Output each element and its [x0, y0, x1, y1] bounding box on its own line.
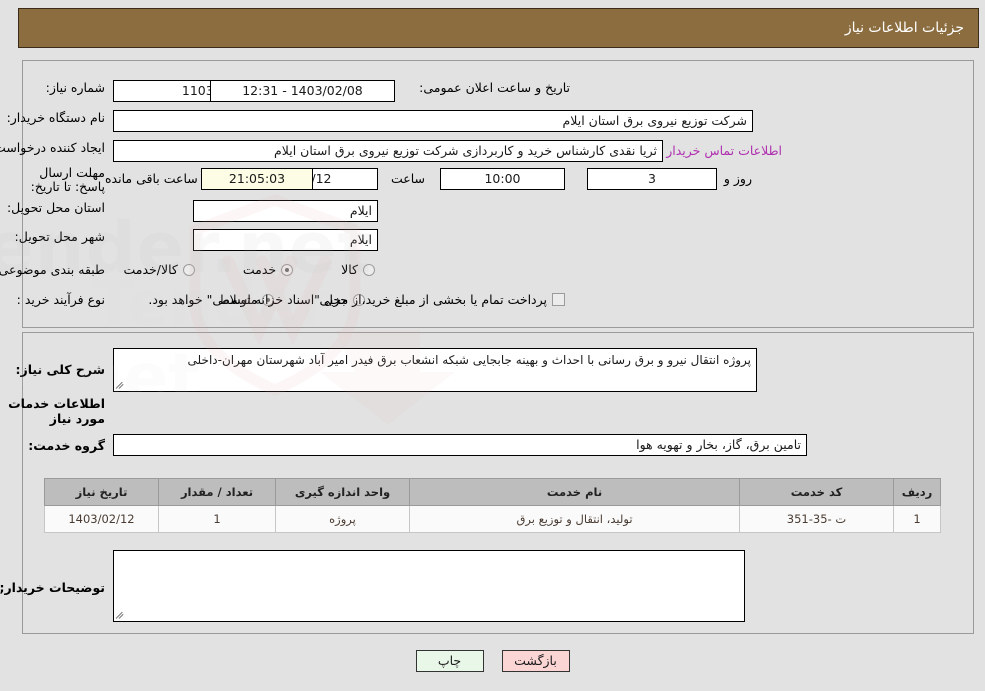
deadline-label: مهلت ارسال پاسخ: تا تاریخ:	[30, 165, 105, 194]
column-header-index: ردیف	[893, 478, 941, 506]
cell-date: 1403/02/12	[44, 505, 159, 533]
cell-unit: پروژه	[275, 505, 410, 533]
column-header-unit: واحد اندازه گیری	[275, 478, 410, 506]
print-button[interactable]: چاپ	[415, 650, 484, 672]
province-field[interactable]: ایلام	[193, 200, 378, 222]
cell-code: ت -35-351	[739, 505, 894, 533]
page-title: جزئیات اطلاعات نیاز	[844, 20, 964, 36]
description-text: پروژه انتقال نیرو و برق رسانی با احداث و…	[187, 353, 751, 367]
resize-grip-icon[interactable]	[115, 381, 125, 390]
buyer-notes-textarea[interactable]	[113, 550, 745, 622]
description-label: شرح کلی نیاز:	[15, 362, 105, 377]
category-option-label: کالا	[341, 262, 358, 277]
buyer-org-label-row: نام دستگاه خریدار:	[7, 110, 105, 125]
buyer-org-field[interactable]: شرکت توزیع نیروی برق استان ایلام	[113, 110, 753, 132]
need-number-label-row: شماره نیاز:	[5, 80, 105, 95]
buyer-contact-link[interactable]: اطلاعات تماس خریدار	[666, 143, 782, 158]
city-label: شهر محل تحویل:	[14, 229, 105, 244]
city-field[interactable]: ایلام	[193, 229, 378, 251]
category-option-label: خدمت	[242, 262, 277, 277]
remaining-days-label: روز و	[723, 171, 752, 186]
process-label: نوع فرآیند خرید :	[16, 292, 105, 307]
checkbox-icon[interactable]	[552, 293, 565, 306]
service-group-label: گروه خدمت:	[28, 438, 105, 453]
treasury-checkbox-label: پرداخت تمام یا بخشی از مبلغ خرید،از محل …	[148, 292, 547, 307]
cell-quantity: 1	[158, 505, 276, 533]
services-section-title: اطلاعات خدمات مورد نیاز	[8, 396, 105, 426]
creator-label-row: ایجاد کننده درخواست:	[0, 140, 105, 155]
table-header-row: ردیف کد خدمت نام خدمت واحد اندازه گیری ت…	[44, 478, 941, 506]
remaining-days-field[interactable]: 3	[587, 168, 717, 190]
page-header: جزئیات اطلاعات نیاز	[18, 8, 979, 48]
radio-icon[interactable]	[281, 263, 294, 276]
cell-index: 1	[893, 505, 941, 533]
creator-field[interactable]: ثریا نقدی کارشناس خرید و کاربردازی شرکت …	[113, 140, 663, 162]
category-radio-group: کالا خدمت کالا/خدمت	[123, 262, 375, 277]
announce-datetime-field[interactable]: 1403/02/08 - 12:31	[210, 80, 395, 102]
category-label-row: طبقه بندی موضوعی:	[0, 262, 105, 277]
column-header-quantity: تعداد / مقدار	[158, 478, 276, 506]
description-textarea[interactable]: پروژه انتقال نیرو و برق رسانی با احداث و…	[113, 348, 757, 392]
category-option-kala[interactable]: کالا	[341, 262, 375, 277]
remaining-time-field: 21:05:03	[201, 168, 313, 190]
radio-icon[interactable]	[182, 263, 195, 276]
table-row: 1 ت -35-351 تولید، انتقال و توزیع برق پر…	[44, 505, 941, 533]
column-header-name: نام خدمت	[409, 478, 740, 506]
announce-datetime-label-row: تاریخ و ساعت اعلان عمومی:	[419, 80, 570, 95]
announce-datetime-label: تاریخ و ساعت اعلان عمومی:	[419, 80, 570, 95]
column-header-code: کد خدمت	[739, 478, 894, 506]
category-option-label: کالا/خدمت	[123, 262, 178, 277]
services-table: ردیف کد خدمت نام خدمت واحد اندازه گیری ت…	[44, 478, 941, 533]
cell-name: تولید، انتقال و توزیع برق	[409, 505, 740, 533]
deadline-hour-field[interactable]: 10:00	[440, 168, 565, 190]
footer-actions: بازگشت چاپ	[0, 650, 985, 672]
deadline-label-row: مهلت ارسال پاسخ: تا تاریخ:	[10, 166, 105, 194]
treasury-checkbox-row[interactable]: پرداخت تمام یا بخشی از مبلغ خرید،از محل …	[148, 292, 565, 307]
province-label-row: استان محل تحویل:	[7, 200, 105, 215]
service-group-field[interactable]: تامین برق، گاز، بخار و تهویه هوا	[113, 434, 807, 456]
deadline-hour-label: ساعت	[390, 171, 425, 186]
remaining-time-label: ساعت باقی مانده	[105, 171, 198, 186]
column-header-date: تاریخ نیاز	[44, 478, 159, 506]
category-label: طبقه بندی موضوعی:	[0, 262, 105, 277]
buyer-notes-label: توضیحات خریدار;	[0, 580, 105, 595]
process-label-row: نوع فرآیند خرید :	[17, 292, 105, 307]
category-option-kala-khedmat[interactable]: کالا/خدمت	[123, 262, 195, 277]
back-button[interactable]: بازگشت	[501, 650, 570, 672]
creator-label: ایجاد کننده درخواست:	[0, 140, 105, 155]
radio-icon[interactable]	[363, 263, 375, 276]
need-number-label: شماره نیاز:	[45, 80, 105, 95]
resize-grip-icon[interactable]	[115, 611, 125, 620]
province-label: استان محل تحویل:	[6, 200, 105, 215]
category-option-khedmat[interactable]: خدمت	[242, 262, 294, 277]
buyer-org-label: نام دستگاه خریدار:	[6, 110, 105, 125]
city-label-row: شهر محل تحویل:	[15, 229, 105, 244]
